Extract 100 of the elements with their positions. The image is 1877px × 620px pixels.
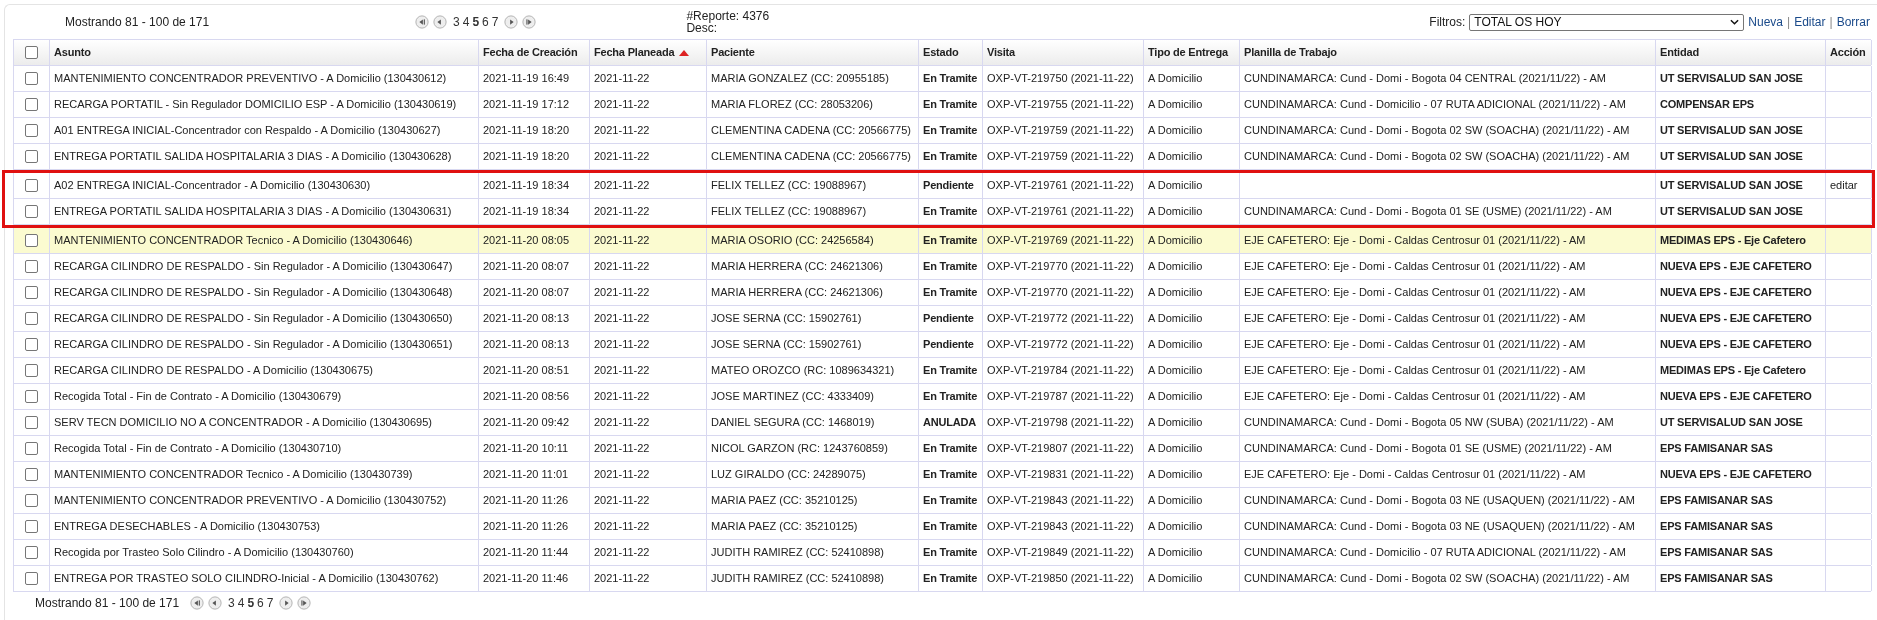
table-row[interactable] bbox=[14, 92, 1871, 118]
row-checkbox[interactable] bbox=[25, 205, 38, 218]
first-page-icon[interactable] bbox=[190, 596, 204, 610]
patient-cell-text: MATEO OROZCO (RC: 1089634321) bbox=[711, 363, 895, 379]
row-checkbox[interactable] bbox=[25, 72, 38, 85]
row-checkbox[interactable] bbox=[25, 150, 38, 163]
action-link[interactable]: editar bbox=[1830, 177, 1858, 194]
column-header[interactable]: Asunto bbox=[54, 44, 91, 61]
page-link[interactable]: 4 bbox=[237, 594, 245, 612]
row-checkbox[interactable] bbox=[25, 520, 38, 533]
row-checkbox[interactable] bbox=[25, 572, 38, 585]
table-row[interactable] bbox=[14, 488, 1871, 514]
table-row[interactable] bbox=[14, 228, 1871, 254]
visit-cell-text: OXP-VT-219769 (2021-11-22) bbox=[987, 233, 1134, 249]
row-checkbox[interactable] bbox=[25, 234, 38, 247]
filter-label: Filtros: bbox=[1429, 14, 1466, 31]
next-page-icon[interactable] bbox=[504, 15, 519, 29]
row-checkbox[interactable] bbox=[25, 312, 38, 325]
table-row[interactable] bbox=[14, 254, 1871, 280]
worksheet-cell-text: CUNDINAMARCA: Cund - Domi - Bogota 01 SE (USME) (2021/11/22) - AM bbox=[1244, 441, 1612, 457]
entity-cell-text: EPS FAMISANAR SAS bbox=[1660, 571, 1773, 587]
last-page-icon[interactable] bbox=[297, 596, 312, 610]
row-checkbox[interactable] bbox=[25, 179, 38, 192]
table-row[interactable] bbox=[14, 280, 1871, 306]
entity-cell-text: UT SERVISALUD SAN JOSE bbox=[1660, 178, 1803, 194]
table-row[interactable] bbox=[14, 358, 1871, 384]
table-row[interactable] bbox=[14, 118, 1871, 144]
column-header[interactable]: Fecha Planeada bbox=[594, 44, 675, 61]
column-header[interactable]: Tipo de Entrega bbox=[1148, 44, 1228, 61]
table-row[interactable] bbox=[14, 332, 1871, 358]
column-header[interactable]: Fecha de Creación bbox=[483, 44, 578, 61]
visit-cell-text: OXP-VT-219843 (2021-11-22) bbox=[987, 519, 1134, 535]
page-link[interactable]: 6 bbox=[257, 594, 264, 612]
status-cell-text: Pendiente bbox=[923, 311, 974, 327]
date-cell-text: 2021-11-22 bbox=[594, 337, 650, 353]
page-link[interactable]: 4 bbox=[462, 13, 470, 31]
row-checkbox[interactable] bbox=[25, 98, 38, 111]
toolbar-link[interactable]: Editar bbox=[1794, 13, 1826, 31]
page-link[interactable]: 5 bbox=[472, 13, 480, 31]
table-row[interactable] bbox=[14, 436, 1871, 462]
worksheet-cell-text: CUNDINAMARCA: Cund - Domi - Bogota 01 SE (USME) (2021/11/22) - AM bbox=[1244, 204, 1612, 220]
row-checkbox[interactable] bbox=[25, 494, 38, 507]
page-link[interactable]: 3 bbox=[453, 13, 460, 31]
last-page-icon[interactable] bbox=[522, 15, 537, 29]
table-row[interactable]: A02 ENTREGA INICIAL-Concentrador - A Domicilio (130430630) 2021-11-19 18:34 2021-11-22 FELIX TELLEZ (CC: 19088967) Pendiente OXP-VT-219761 (2021-11-22) A Domicilio UT SERVISALUD SAN JOSE editar bbox=[14, 173, 1871, 199]
table-row[interactable] bbox=[14, 514, 1871, 540]
row-checkbox[interactable] bbox=[25, 338, 38, 351]
delivery-type-cell-text: A Domicilio bbox=[1148, 233, 1203, 249]
page-link[interactable]: 7 bbox=[266, 594, 274, 612]
row-checkbox[interactable] bbox=[25, 364, 38, 377]
status-cell-text: En Tramite bbox=[923, 97, 978, 113]
row-checkbox[interactable] bbox=[25, 124, 38, 137]
table-row[interactable] bbox=[14, 306, 1871, 332]
previous-page-icon[interactable] bbox=[433, 15, 447, 29]
subject-cell-text: SERV TECN DOMICILIO NO A CONCENTRADOR - A Domicilio (130430695) bbox=[54, 415, 432, 431]
column-header[interactable]: Visita bbox=[987, 44, 1015, 61]
filter-dropdown[interactable]: TOTAL OS HOY bbox=[1469, 13, 1745, 31]
subject-cell-text: MANTENIMIENTO CONCENTRADOR PREVENTIVO - A Domicilio (130430612) bbox=[54, 71, 447, 87]
row-checkbox[interactable] bbox=[25, 260, 38, 273]
row-checkbox[interactable] bbox=[25, 46, 38, 59]
worksheet-cell-text: EJE CAFETERO: Eje - Domi - Caldas Centrosur 01 (2021/11/22) - AM bbox=[1244, 285, 1586, 301]
row-checkbox[interactable] bbox=[25, 390, 38, 403]
table-row[interactable] bbox=[14, 462, 1871, 488]
row-checkbox[interactable] bbox=[25, 468, 38, 481]
row-checkbox[interactable] bbox=[25, 416, 38, 429]
table-row[interactable] bbox=[14, 410, 1871, 436]
record-count: Mostrando 81 - 100 de 171 bbox=[65, 14, 211, 31]
row-checkbox[interactable] bbox=[25, 286, 38, 299]
column-header[interactable]: Entidad bbox=[1660, 44, 1699, 61]
toolbar-link[interactable]: Borrar bbox=[1836, 13, 1870, 31]
visit-cell-text: OXP-VT-219770 (2021-11-22) bbox=[987, 285, 1134, 301]
delivery-type-cell-text: A Domicilio bbox=[1148, 545, 1203, 561]
first-page-icon[interactable] bbox=[415, 15, 429, 29]
date-cell-text: 2021-11-20 08:07 bbox=[483, 285, 570, 301]
column-header[interactable]: Acción bbox=[1830, 44, 1866, 61]
table-row[interactable] bbox=[14, 144, 1871, 170]
column-header[interactable]: Estado bbox=[923, 44, 959, 61]
previous-page-icon[interactable] bbox=[208, 596, 222, 610]
row-checkbox[interactable] bbox=[25, 442, 38, 455]
page-link[interactable]: 5 bbox=[247, 594, 255, 612]
page-link[interactable]: 7 bbox=[491, 13, 499, 31]
table-row[interactable] bbox=[14, 384, 1871, 410]
table-row[interactable] bbox=[14, 566, 1871, 592]
page-link[interactable]: 3 bbox=[228, 594, 235, 612]
date-cell-text: 2021-11-19 17:12 bbox=[483, 97, 570, 113]
page-link[interactable]: 6 bbox=[482, 13, 489, 31]
entity-cell-text: UT SERVISALUD SAN JOSE bbox=[1660, 415, 1803, 431]
toolbar-link[interactable]: Nueva bbox=[1748, 13, 1784, 31]
table-row[interactable] bbox=[14, 66, 1871, 92]
visit-cell-text: OXP-VT-219772 (2021-11-22) bbox=[987, 311, 1134, 327]
next-page-icon[interactable] bbox=[279, 596, 294, 610]
delivery-type-cell-text: A Domicilio bbox=[1148, 259, 1203, 275]
row-checkbox[interactable] bbox=[25, 546, 38, 559]
table-row[interactable] bbox=[14, 540, 1871, 566]
table-row[interactable] bbox=[14, 199, 1871, 225]
status-cell-text: En Tramite bbox=[923, 467, 978, 483]
column-header[interactable]: Paciente bbox=[711, 44, 755, 61]
date-cell-text: 2021-11-22 bbox=[594, 149, 650, 165]
column-header[interactable]: Planilla de Trabajo bbox=[1244, 44, 1337, 61]
worksheet-cell-text: CUNDINAMARCA: Cund - Domicilio - 07 RUTA ADICIONAL (2021/11/22) - AM bbox=[1244, 97, 1626, 113]
